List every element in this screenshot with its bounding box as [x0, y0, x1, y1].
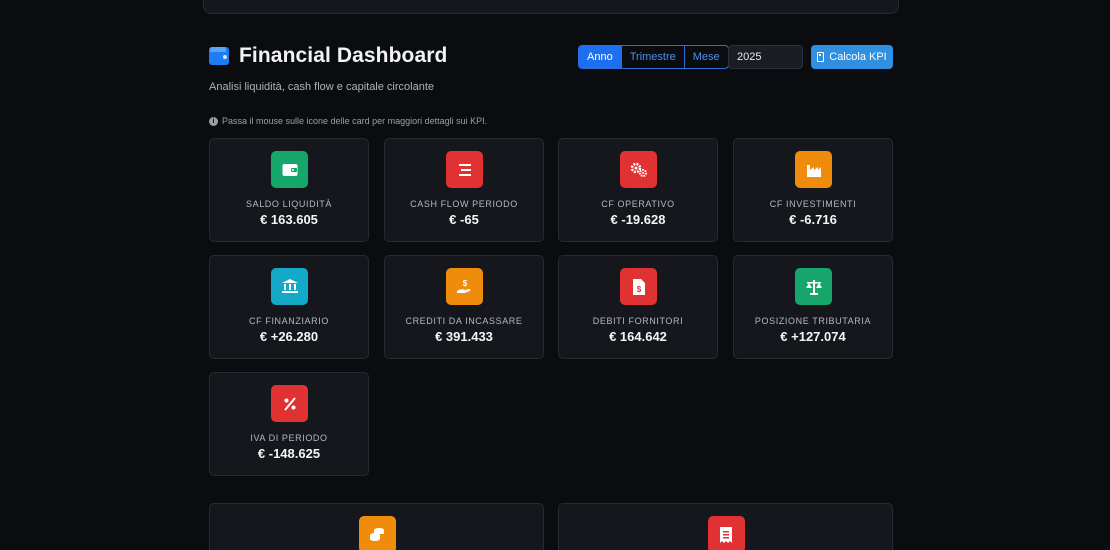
info-hint: i Passa il mouse sulle icone delle card …	[209, 116, 487, 126]
page-title: Financial Dashboard	[239, 44, 448, 67]
coins-icon[interactable]	[358, 516, 396, 550]
year-input[interactable]: 2025	[728, 45, 803, 69]
kpi-value: € +127.074	[780, 329, 846, 344]
period-anno-button[interactable]: Anno	[579, 46, 622, 68]
kpi-card-iva-di-periodo: IVA DI PERIODO € -148.625	[209, 372, 369, 476]
svg-text:$: $	[636, 285, 641, 294]
invoice-dollar-icon[interactable]: $	[620, 268, 657, 305]
calcola-kpi-button[interactable]: Calcola KPI	[811, 45, 893, 69]
calculator-icon	[817, 52, 825, 62]
bottom-card-receipt	[558, 503, 893, 550]
kpi-label: CASH FLOW PERIODO	[410, 199, 518, 209]
kpi-value: € 164.642	[609, 329, 667, 344]
hand-dollar-icon[interactable]: $	[446, 268, 483, 305]
kpi-label: POSIZIONE TRIBUTARIA	[754, 316, 872, 326]
kpi-value: € +26.280	[259, 329, 319, 344]
svg-text:$: $	[462, 279, 467, 288]
industry-icon[interactable]	[795, 151, 832, 188]
kpi-value: € 163.605	[260, 212, 318, 227]
percent-icon[interactable]	[271, 385, 308, 422]
wallet-icon	[209, 47, 229, 65]
period-trimestre-button[interactable]: Trimestre	[622, 46, 685, 68]
top-panel	[203, 0, 899, 14]
kpi-value: € -6.716	[789, 212, 837, 227]
wallet-icon[interactable]	[271, 151, 308, 188]
kpi-card-saldo-liquidita: SALDO LIQUIDITÀ € 163.605	[209, 138, 369, 242]
kpi-card-debiti-fornitori: $ DEBITI FORNITORI € 164.642	[558, 255, 718, 359]
period-selector: Anno Trimestre Mese	[578, 45, 729, 69]
kpi-card-cash-flow-periodo: CASH FLOW PERIODO € -65	[384, 138, 544, 242]
kpi-value: € -19.628	[610, 212, 666, 227]
kpi-card-cf-finanziario: CF FINANZIARIO € +26.280	[209, 255, 369, 359]
gears-icon[interactable]	[620, 151, 657, 188]
kpi-label: DEBITI FORNITORI	[592, 316, 684, 326]
info-circle-icon: i	[209, 116, 218, 126]
kpi-label: CREDITI DA INCASSARE	[405, 316, 523, 326]
kpi-label: IVA DI PERIODO	[250, 433, 328, 443]
scale-icon[interactable]	[795, 268, 832, 305]
calcola-kpi-label: Calcola KPI	[829, 51, 887, 63]
kpi-card-cf-operativo: CF OPERATIVO € -19.628	[558, 138, 718, 242]
kpi-value: € -148.625	[257, 446, 321, 461]
bottom-card-coins	[209, 503, 544, 550]
receipt-icon[interactable]	[707, 516, 745, 550]
info-text: Passa il mouse sulle icone delle card pe…	[222, 116, 488, 126]
bank-icon[interactable]	[271, 268, 308, 305]
kpi-card-posizione-tributaria: POSIZIONE TRIBUTARIA € +127.074	[733, 255, 893, 359]
kpi-value: € 391.433	[435, 329, 493, 344]
kpi-label: SALDO LIQUIDITÀ	[245, 199, 333, 209]
kpi-card-crediti-da-incassare: $ CREDITI DA INCASSARE € 391.433	[384, 255, 544, 359]
kpi-label: CF OPERATIVO	[601, 199, 675, 209]
kpi-label: CF FINANZIARIO	[249, 316, 329, 326]
page-subtitle: Analisi liquidità, cash flow e capitale …	[209, 81, 435, 93]
list-icon[interactable]	[446, 151, 483, 188]
kpi-value: € -65	[449, 212, 479, 227]
kpi-label: CF INVESTIMENTI	[769, 199, 857, 209]
kpi-card-cf-investimenti: CF INVESTIMENTI € -6.716	[733, 138, 893, 242]
period-mese-button[interactable]: Mese	[685, 46, 728, 68]
